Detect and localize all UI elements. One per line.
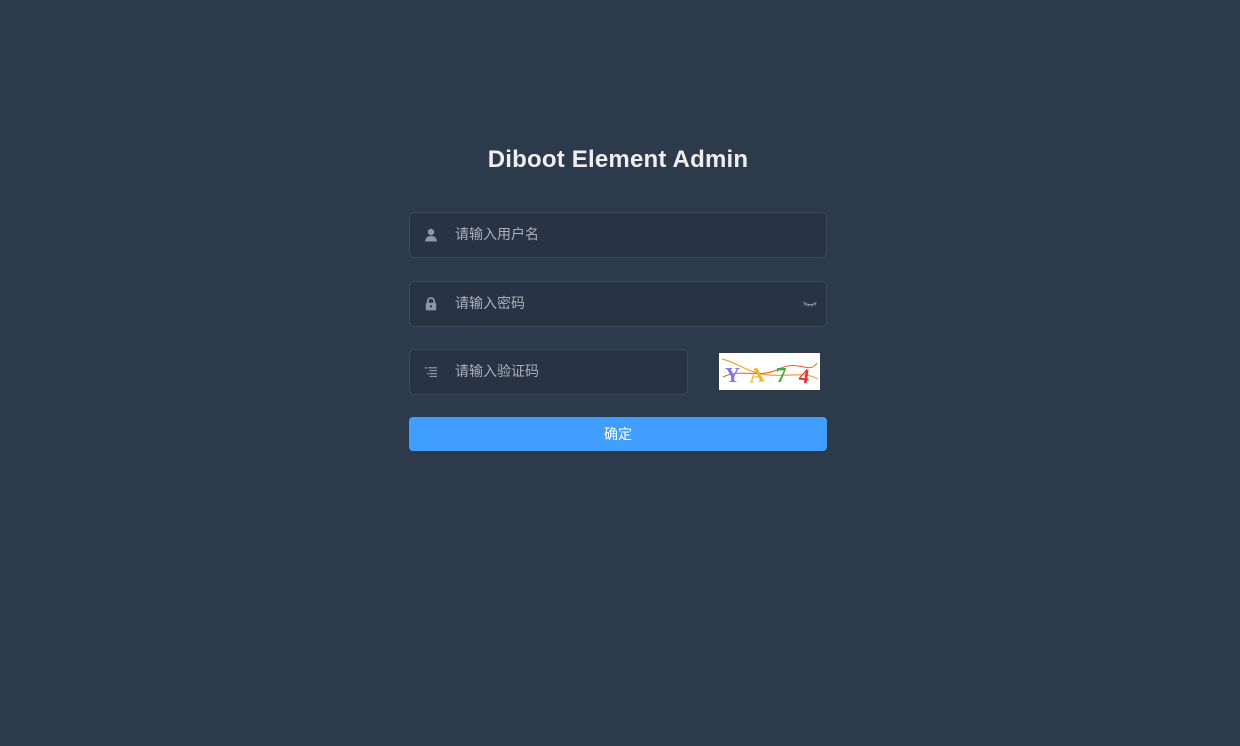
eye-closed-icon[interactable] <box>802 297 818 311</box>
captcha-field[interactable] <box>409 349 688 395</box>
svg-text:Y: Y <box>725 363 740 387</box>
username-input[interactable] <box>455 213 775 257</box>
svg-text:A: A <box>748 362 766 388</box>
username-field[interactable] <box>409 212 827 258</box>
captcha-graphic: Y A 7 4 <box>721 358 819 389</box>
svg-text:7: 7 <box>776 363 787 387</box>
login-page: Diboot Element Admin 请输入用户名 请输入验证码 Y A 7… <box>0 0 1240 746</box>
password-input[interactable] <box>455 282 775 326</box>
submit-button[interactable]: 确定 <box>409 417 827 451</box>
list-icon <box>423 364 439 380</box>
lock-icon <box>423 296 439 312</box>
user-icon <box>423 227 439 243</box>
svg-text:4: 4 <box>797 363 811 388</box>
captcha-input[interactable] <box>455 350 675 394</box>
page-title: Diboot Element Admin <box>487 146 749 173</box>
captcha-image[interactable]: Y A 7 4 <box>719 353 820 390</box>
password-field[interactable] <box>409 281 827 327</box>
